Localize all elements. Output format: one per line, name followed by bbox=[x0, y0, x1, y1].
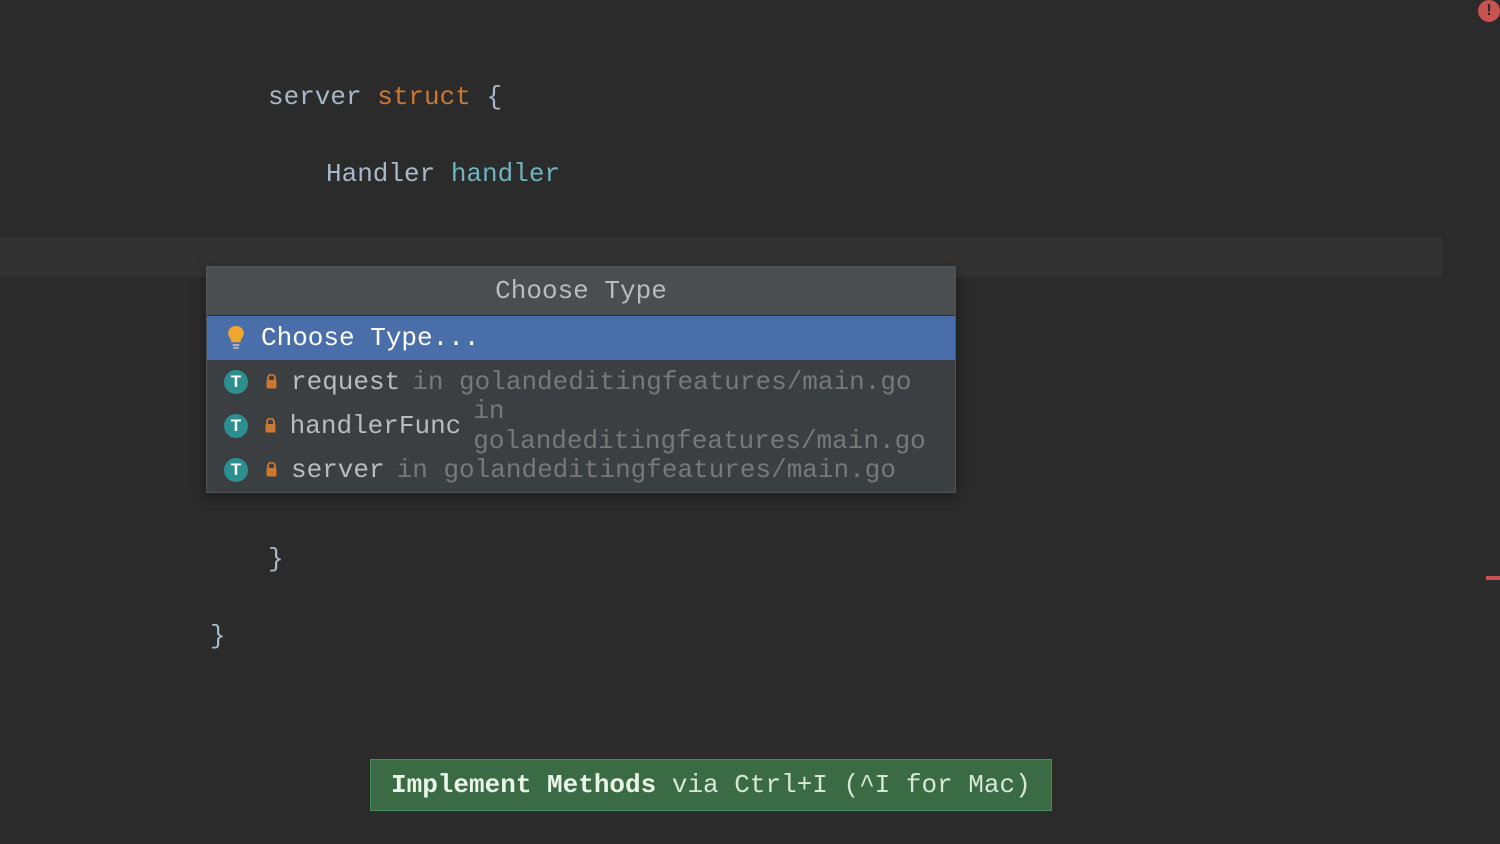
error-stripe-marker[interactable] bbox=[1486, 576, 1500, 580]
popup-item-label: request bbox=[291, 367, 400, 397]
type-icon: T bbox=[223, 457, 249, 483]
editor-scrollbar[interactable] bbox=[1483, 0, 1500, 844]
popup-item-location: golandeditingfeatures/main.go bbox=[473, 426, 925, 456]
lock-icon bbox=[261, 374, 281, 390]
code-below: } } bbox=[210, 502, 284, 693]
lock-icon bbox=[261, 418, 280, 434]
popup-title: Choose Type bbox=[207, 267, 955, 316]
popup-item-server[interactable]: T server in golandeditingfeatures/main.g… bbox=[207, 448, 955, 492]
type-icon: T bbox=[223, 369, 249, 395]
type-icon: T bbox=[223, 413, 249, 439]
popup-item-label: server bbox=[291, 455, 385, 485]
popup-item-location: golandeditingfeatures/main.go bbox=[443, 455, 895, 485]
code-line: server struct { bbox=[210, 78, 1500, 116]
popup-item-label: handlerFunc bbox=[290, 411, 462, 441]
code-line: } bbox=[210, 617, 284, 655]
banner-shortcut: via Ctrl+I (^I for Mac) bbox=[656, 770, 1030, 800]
banner-action: Implement Methods bbox=[391, 770, 656, 800]
popup-item-handlerfunc[interactable]: T handlerFunc in golandeditingfeatures/m… bbox=[207, 404, 955, 448]
hint-banner: Implement Methods via Ctrl+I (^I for Mac… bbox=[370, 759, 1052, 811]
code-line: } bbox=[210, 540, 284, 578]
popup-item-label: Choose Type... bbox=[261, 323, 479, 353]
popup-item-location: golandeditingfeatures/main.go bbox=[459, 367, 911, 397]
choose-type-popup: Choose Type Choose Type... T request in … bbox=[206, 266, 956, 493]
code-line: Handler handler bbox=[210, 155, 1500, 193]
lock-icon bbox=[261, 462, 281, 478]
popup-item-choose-type[interactable]: Choose Type... bbox=[207, 316, 955, 360]
lightbulb-icon bbox=[223, 325, 249, 351]
